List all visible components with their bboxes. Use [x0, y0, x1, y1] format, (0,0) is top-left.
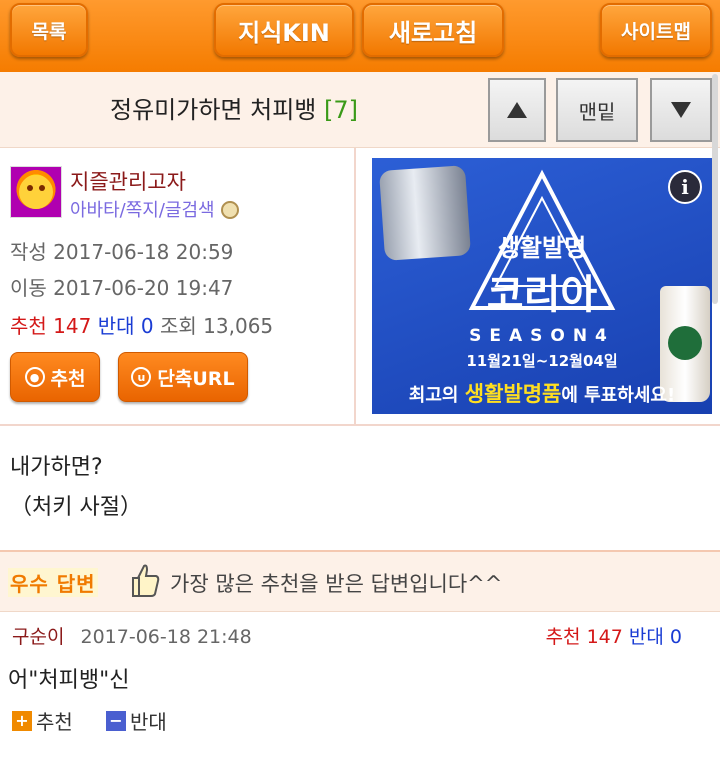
kin-button[interactable]: 지식KIN — [214, 3, 354, 57]
list-button[interactable]: 목록 — [10, 3, 88, 57]
answer-author[interactable]: 구순이 — [12, 626, 64, 648]
oppose-count: 0 — [140, 314, 154, 338]
best-answer-bar: 우수 답변 가장 많은 추천을 받은 답변입니다^^ — [0, 550, 720, 612]
scroll-bottom-button[interactable]: 맨밑 — [556, 78, 638, 142]
arrow-down-icon — [671, 102, 691, 118]
best-answer-description: 가장 많은 추천을 받은 답변입니다^^ — [170, 572, 503, 596]
comment-count: [7] — [324, 96, 358, 124]
recommend-button[interactable]: ● 추천 — [10, 352, 100, 402]
ad-cta-highlight: 생활발명품 — [464, 382, 562, 406]
post-body-line2: （처키 사절） — [10, 495, 142, 520]
answer-oppose-label: 반대 — [628, 626, 664, 648]
short-url-button-label: 단축URL — [157, 367, 235, 390]
top-nav-bar: 목록 지식KIN 새로고침 사이트맵 — [0, 0, 720, 72]
recommend-label: 추천 — [10, 314, 47, 338]
avatar[interactable] — [10, 166, 62, 218]
answer-oppose-count: 0 — [669, 626, 682, 648]
plus-icon: + — [12, 710, 32, 731]
written-date: 2017-06-18 20:59 — [53, 240, 234, 264]
ad-cta: 최고의 생활발명품에 투표하세요! — [372, 378, 712, 408]
ad-info-icon[interactable]: i — [668, 170, 702, 204]
short-url-button[interactable]: u 단축URL — [118, 352, 248, 402]
page-scrollbar[interactable] — [712, 74, 718, 304]
short-url-icon: u — [131, 367, 152, 387]
author-links[interactable]: 아바타/쪽지/글검색 — [70, 196, 239, 222]
answer-recommend-label: 추천 — [545, 626, 581, 648]
answer-recommend-button[interactable]: + 추천 — [12, 706, 73, 735]
recommend-button-label: 추천 — [50, 367, 86, 390]
moved-label: 이동 — [10, 276, 47, 300]
recommend-count: 147 — [53, 314, 92, 338]
author-links-text[interactable]: 아바타/쪽지/글검색 — [70, 200, 215, 221]
minus-icon: − — [106, 710, 126, 731]
scroll-bottom-label: 맨밑 — [578, 99, 616, 124]
answer-recommend-button-label: 추천 — [36, 710, 73, 734]
scroll-top-button[interactable] — [488, 78, 546, 142]
stats-row: 추천 147 반대 0 조회 13,065 — [10, 310, 273, 339]
ad-line1: 생활발명 — [497, 234, 587, 262]
post-info: 지즐관리고자 아바타/쪽지/글검색 작성 2017-06-18 20:59 이동… — [0, 148, 720, 426]
arrow-up-icon — [507, 102, 527, 118]
ad-cta-suffix: 에 투표하세요! — [561, 385, 676, 406]
written-date-row: 작성 2017-06-18 20:59 — [10, 236, 233, 265]
answer-oppose-button[interactable]: − 반대 — [106, 706, 167, 735]
level-icon — [220, 201, 239, 219]
ad-cta-prefix: 최고의 — [408, 385, 465, 406]
recommend-icon: ● — [24, 367, 45, 387]
answer-text: 어"처피뱅"신 — [8, 668, 130, 693]
moved-date: 2017-06-20 19:47 — [53, 276, 234, 300]
refresh-button[interactable]: 새로고침 — [362, 3, 504, 57]
answer-oppose-button-label: 반대 — [130, 710, 167, 734]
answer-meta: 구순이 2017-06-18 21:48 — [12, 622, 252, 649]
post-title-row: 정유미가하면 처피뱅 [7] 맨밑 — [0, 72, 720, 148]
answer-date: 2017-06-18 21:48 — [80, 626, 252, 648]
sitemap-button-label: 사이트맵 — [621, 20, 691, 43]
post-body-line1: 내가하면? — [10, 455, 103, 480]
thumbs-up-icon — [132, 564, 160, 597]
post-title[interactable]: 정유미가하면 처피뱅 [7] — [110, 90, 358, 125]
refresh-button-label: 새로고침 — [388, 18, 478, 47]
scroll-down-button[interactable] — [650, 78, 712, 142]
best-answer-label: 우수 답변 — [8, 568, 98, 597]
author-name[interactable]: 지즐관리고자 — [70, 166, 186, 196]
post-body: 내가하면? （처키 사절） — [10, 448, 142, 528]
moved-date-row: 이동 2017-06-20 19:47 — [10, 272, 233, 301]
views-count: 13,065 — [203, 314, 274, 338]
kin-button-label: 지식KIN — [238, 18, 330, 47]
written-label: 작성 — [10, 240, 47, 264]
answer-stats: 추천 147 반대 0 — [546, 622, 682, 649]
answer-recommend-count: 147 — [586, 626, 623, 648]
post-title-text: 정유미가하면 처피뱅 — [110, 96, 317, 124]
ad-banner[interactable]: i 생활발명 코리아 SEASON4 11월21일~12월04일 최고의 생활발… — [372, 158, 712, 414]
sitemap-button[interactable]: 사이트맵 — [600, 3, 712, 57]
views-label: 조회 — [159, 314, 197, 338]
oppose-label: 반대 — [97, 314, 135, 338]
author-panel: 지즐관리고자 아바타/쪽지/글검색 작성 2017-06-18 20:59 이동… — [0, 148, 356, 424]
list-button-label: 목록 — [31, 20, 67, 43]
